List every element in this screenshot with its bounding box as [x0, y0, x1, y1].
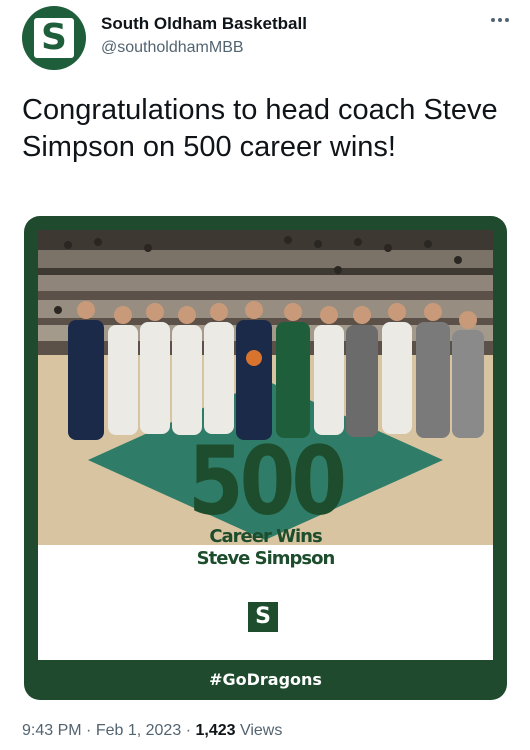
south-oldham-logo-icon: S: [34, 18, 74, 58]
graphic-panel: 500 Career Wins Steve Simpson S: [38, 230, 493, 660]
display-name[interactable]: South Oldham Basketball: [101, 14, 307, 34]
caption-coach-name: Steve Simpson: [196, 548, 336, 569]
hashtag-banner: #GoDragons: [209, 670, 322, 689]
caption-career-wins: Career Wins: [209, 526, 322, 547]
handle[interactable]: @southoldhamMBB: [101, 39, 244, 57]
school-logo-icon: S: [248, 602, 278, 632]
views-label: Views: [239, 722, 283, 739]
avatar[interactable]: S: [22, 6, 86, 70]
tweet-meta: 9:43 PM · Feb 1, 2023 · 1,423 Views: [22, 722, 282, 740]
tweet-media[interactable]: 500 Career Wins Steve Simpson S #GoDrago…: [24, 216, 507, 700]
separator: ·: [185, 722, 192, 739]
tweet-card: S South Oldham Basketball @southoldhamMB…: [0, 0, 530, 750]
separator: ·: [86, 722, 92, 739]
tweet-time[interactable]: 9:43 PM: [22, 722, 82, 739]
more-horizontal-icon[interactable]: [488, 12, 512, 28]
views-count: 1,423: [195, 722, 236, 739]
tweet-text: Congratulations to head coach Steve Simp…: [22, 94, 498, 163]
tweet-date[interactable]: Feb 1, 2023: [96, 722, 181, 739]
big-number: 500: [188, 426, 347, 536]
